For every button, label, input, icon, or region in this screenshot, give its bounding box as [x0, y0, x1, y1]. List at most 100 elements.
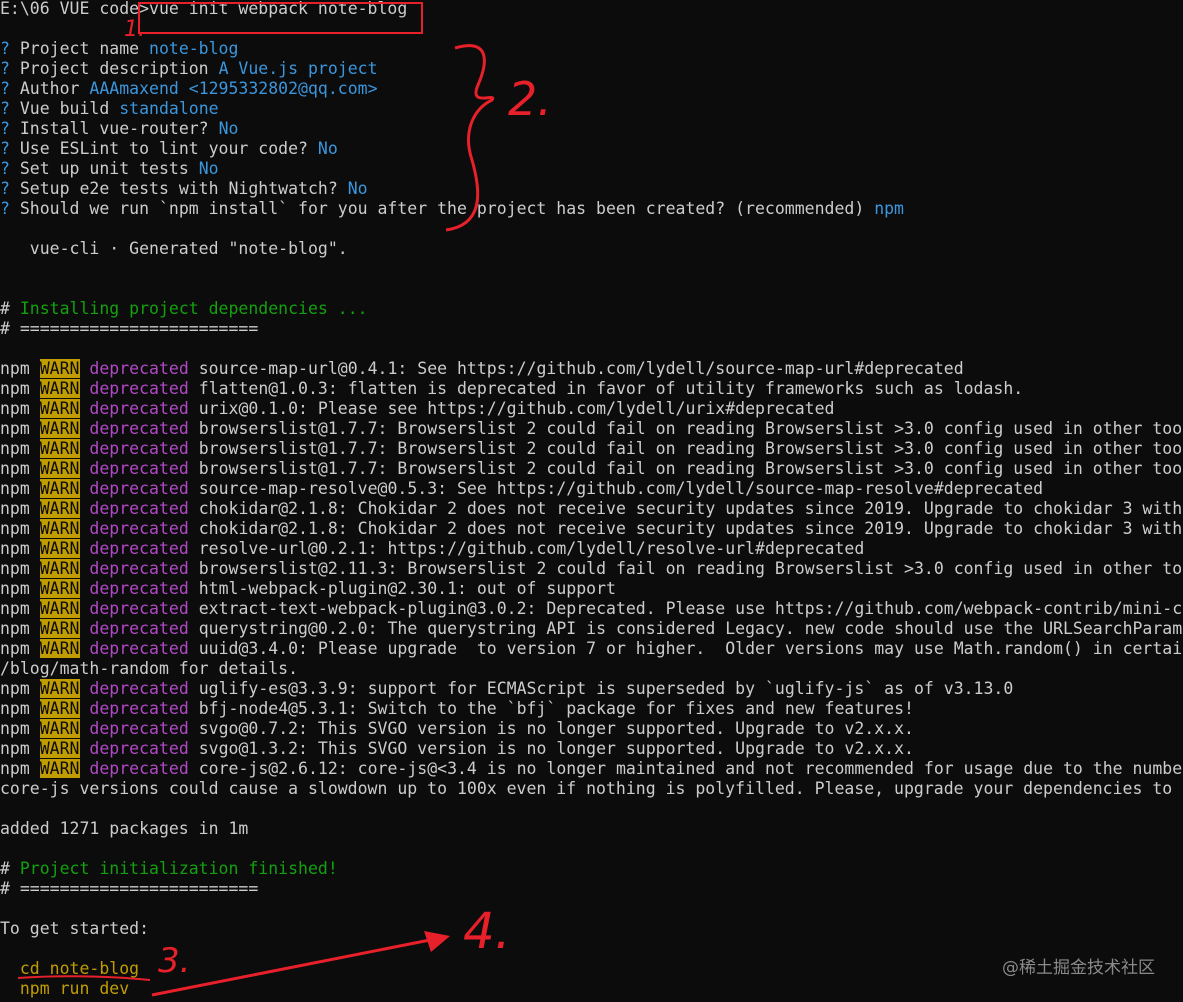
command-text: vue init webpack note-blog: [149, 0, 408, 18]
separator-line: # ========================: [0, 879, 258, 899]
question-answer: A Vue.js project: [218, 59, 378, 78]
question-answer: No: [317, 139, 338, 158]
npm-label: npm: [0, 719, 40, 738]
npm-warn-line: npm WARN deprecated core-js@2.6.12: core…: [0, 759, 1182, 779]
to-get-started-text: To get started:: [0, 919, 150, 938]
question-text: Project name: [19, 39, 150, 58]
warn-badge: WARN: [39, 539, 80, 558]
question-mark: ?: [0, 119, 20, 138]
npm-warn-line: npm WARN deprecated svgo@1.3.2: This SVG…: [0, 739, 914, 759]
question-line: ? Setup e2e tests with Nightwatch? No: [0, 179, 368, 199]
npm-warn-line: npm WARN deprecated uglify-es@3.3.9: sup…: [0, 679, 1013, 699]
question-mark: ?: [0, 139, 20, 158]
question-text: Set up unit tests: [19, 159, 199, 178]
deprecated-label: deprecated: [79, 759, 199, 778]
npm-warn-line: npm WARN deprecated extract-text-webpack…: [0, 599, 1182, 619]
deprecated-label: deprecated: [79, 679, 199, 698]
question-text: Vue build: [19, 99, 120, 118]
generated-text: vue-cli · Generated "note-blog".: [0, 239, 348, 258]
warn-badge: WARN: [39, 739, 80, 758]
question-mark: ?: [0, 179, 20, 198]
warn-badge: WARN: [39, 399, 80, 418]
continuation-line: core-js versions could cause a slowdown …: [0, 779, 1172, 799]
npm-warn-line: npm WARN deprecated svgo@0.7.2: This SVG…: [0, 719, 914, 739]
warn-message: urix@0.1.0: Please see https://github.co…: [198, 399, 835, 418]
npm-warn-line: npm WARN deprecated source-map-resolve@0…: [0, 479, 1043, 499]
npm-warn-line: npm WARN deprecated chokidar@2.1.8: Chok…: [0, 519, 1182, 539]
warn-badge: WARN: [39, 519, 80, 538]
warn-badge: WARN: [39, 559, 80, 578]
npm-label: npm: [0, 439, 40, 458]
npm-warn-line: npm WARN deprecated flatten@1.0.3: flatt…: [0, 379, 1023, 399]
npm-label: npm: [0, 379, 40, 398]
npm-label: npm: [0, 419, 40, 438]
deprecated-label: deprecated: [79, 639, 199, 658]
warn-badge: WARN: [39, 479, 80, 498]
warn-badge: WARN: [39, 759, 80, 778]
warn-message: svgo@1.3.2: This SVGO version is no long…: [198, 739, 914, 758]
npm-label: npm: [0, 759, 40, 778]
deprecated-label: deprecated: [79, 579, 199, 598]
deprecated-label: deprecated: [79, 519, 199, 538]
npm-warn-line: npm WARN deprecated browserslist@1.7.7: …: [0, 459, 1182, 479]
warn-badge: WARN: [39, 379, 80, 398]
install-header-text: Installing project dependencies ...: [19, 299, 368, 318]
npm-label: npm: [0, 359, 40, 378]
question-line: ? Project name note-blog: [0, 39, 238, 59]
install-header: # Installing project dependencies ...: [0, 299, 368, 319]
warn-message: chokidar@2.1.8: Chokidar 2 does not rece…: [198, 499, 1183, 518]
npm-label: npm: [0, 599, 40, 618]
deprecated-label: deprecated: [79, 499, 199, 518]
warn-message: resolve-url@0.2.1: https://github.com/ly…: [198, 539, 865, 558]
npm-label: npm: [0, 739, 40, 758]
separator: # ========================: [0, 319, 259, 338]
question-answer: No: [347, 179, 368, 198]
npm-label: npm: [0, 499, 40, 518]
deprecated-label: deprecated: [79, 399, 199, 418]
deprecated-label: deprecated: [79, 379, 199, 398]
warn-message: chokidar@2.1.8: Chokidar 2 does not rece…: [198, 519, 1183, 538]
question-text: Project description: [19, 59, 219, 78]
npm-warn-line: npm WARN deprecated resolve-url@0.2.1: h…: [0, 539, 864, 559]
question-answer: standalone: [119, 99, 219, 118]
question-answer: No: [218, 119, 239, 138]
run-command-line: npm run dev: [0, 979, 129, 999]
question-mark: ?: [0, 99, 20, 118]
question-text: Setup e2e tests with Nightwatch?: [19, 179, 348, 198]
continuation-text: core-js versions could cause a slowdown …: [0, 779, 1173, 798]
warn-message: browserslist@1.7.7: Browserslist 2 could…: [198, 419, 1183, 438]
question-line: ? Should we run `npm install` for you af…: [0, 199, 904, 219]
watermark: @稀土掘金技术社区: [1002, 958, 1155, 978]
warn-badge: WARN: [39, 439, 80, 458]
cd-command: cd note-blog: [0, 959, 140, 978]
deprecated-label: deprecated: [79, 699, 199, 718]
npm-label: npm: [0, 699, 40, 718]
terminal-output: E:\06 VUE code>vue init webpack note-blo…: [0, 0, 1183, 1001]
npm-warn-line: npm WARN deprecated chokidar@2.1.8: Chok…: [0, 499, 1182, 519]
npm-label: npm: [0, 479, 40, 498]
npm-warn-line: npm WARN deprecated browserslist@2.11.3:…: [0, 559, 1182, 579]
hash-mark: #: [0, 859, 20, 878]
npm-warn-line: npm WARN deprecated querystring@0.2.0: T…: [0, 619, 1182, 639]
warn-message: svgo@0.7.2: This SVGO version is no long…: [198, 719, 914, 738]
npm-label: npm: [0, 519, 40, 538]
warn-badge: WARN: [39, 599, 80, 618]
to-get-started-line: To get started:: [0, 919, 149, 939]
warn-message: browserslist@2.11.3: Browserslist 2 coul…: [198, 559, 1183, 578]
npm-label: npm: [0, 459, 40, 478]
question-text: Should we run `npm install` for you afte…: [19, 199, 875, 218]
added-line: added 1271 packages in 1m: [0, 819, 248, 839]
warn-badge: WARN: [39, 699, 80, 718]
warn-message: browserslist@1.7.7: Browserslist 2 could…: [198, 459, 1183, 478]
question-text: Author: [19, 79, 90, 98]
npm-warn-line: npm WARN deprecated source-map-url@0.4.1…: [0, 359, 964, 379]
npm-warn-line: npm WARN deprecated browserslist@1.7.7: …: [0, 439, 1182, 459]
deprecated-label: deprecated: [79, 719, 199, 738]
generated-line: vue-cli · Generated "note-blog".: [0, 239, 348, 259]
question-answer: note-blog: [149, 39, 239, 58]
warn-message: browserslist@1.7.7: Browserslist 2 could…: [198, 439, 1183, 458]
question-answer: npm: [874, 199, 904, 218]
separator-line: # ========================: [0, 319, 258, 339]
question-answer: No: [198, 159, 219, 178]
prompt: E:\06 VUE code>: [0, 0, 150, 18]
